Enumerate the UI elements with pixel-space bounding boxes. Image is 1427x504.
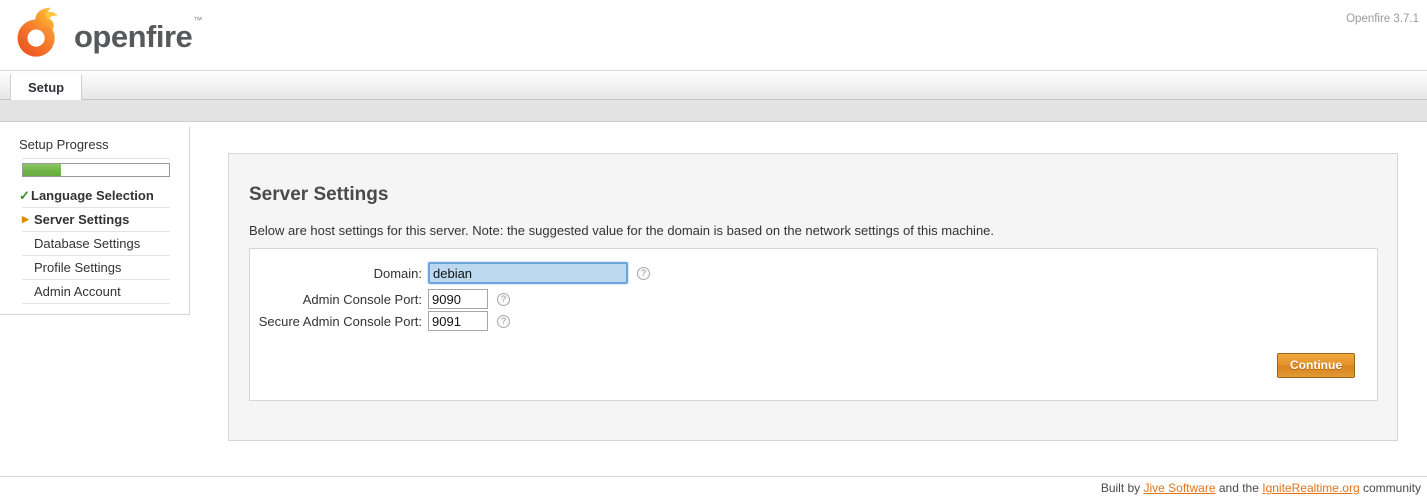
footer-middle: and the [1215, 481, 1263, 495]
check-icon: ✓ [19, 188, 30, 203]
field-row-admin-console-port: Admin Console Port: ? [250, 289, 510, 309]
sidebar-item-label: Profile Settings [34, 260, 122, 275]
page-title: Server Settings [249, 184, 389, 205]
help-icon[interactable]: ? [497, 314, 510, 328]
footer-divider [0, 476, 1427, 477]
app-header: openfire™ Openfire 3.7.1 [0, 0, 1427, 70]
brand-wordmark: openfire™ [74, 16, 202, 54]
sidebar-item-admin-account[interactable]: Admin Account [22, 280, 170, 304]
admin-console-port-label: Admin Console Port: [302, 291, 422, 307]
server-settings-form: Domain: ? Admin Console Port: ? Secure A… [249, 248, 1378, 401]
setup-progress-sidebar: Setup Progress ✓ Language Selection ▶ Se… [0, 127, 190, 315]
tab-bar: Setup [0, 70, 1427, 100]
version-label: Openfire 3.7.1 [1346, 13, 1419, 25]
setup-progress-bar-fill [23, 164, 61, 176]
sidebar-item-language-selection[interactable]: ✓ Language Selection [19, 184, 170, 208]
sidebar-item-label: Language Selection [31, 188, 154, 203]
sidebar-item-profile-settings[interactable]: Profile Settings [22, 256, 170, 280]
secure-admin-console-port-input[interactable] [428, 311, 488, 331]
secure-admin-console-port-label: Secure Admin Console Port: [258, 313, 422, 329]
main-content-panel: Server Settings Below are host settings … [228, 153, 1398, 441]
trademark-symbol: ™ [193, 15, 202, 26]
brand-logo[interactable]: openfire™ [8, 5, 202, 63]
page-description: Below are host settings for this server.… [249, 223, 995, 238]
admin-console-port-input[interactable] [428, 289, 488, 309]
sidebar-title: Setup Progress [19, 137, 109, 152]
page-root: openfire™ Openfire 3.7.1 Setup Setup Pro… [0, 0, 1427, 504]
sidebar-title-divider [22, 158, 170, 159]
sidebar-item-label: Server Settings [34, 212, 130, 227]
tab-setup-label: Setup [28, 80, 65, 95]
continue-button[interactable]: Continue [1277, 353, 1355, 378]
field-row-domain: Domain: ? [250, 262, 650, 284]
help-icon[interactable]: ? [497, 292, 510, 306]
secondary-nav-bar [0, 100, 1427, 122]
help-icon[interactable]: ? [637, 266, 650, 280]
sidebar-item-server-settings[interactable]: ▶ Server Settings [22, 208, 170, 232]
domain-label: Domain: [373, 265, 422, 281]
sidebar-item-label: Admin Account [34, 284, 121, 299]
sidebar-item-database-settings[interactable]: Database Settings [22, 232, 170, 256]
brand-wordmark-text: openfire [74, 18, 193, 54]
openfire-flame-logo-icon [17, 7, 58, 57]
jive-software-link[interactable]: Jive Software [1144, 481, 1216, 495]
tab-setup[interactable]: Setup [10, 74, 83, 100]
field-row-secure-admin-console-port: Secure Admin Console Port: ? [250, 311, 510, 331]
igniterealtime-link[interactable]: IgniteRealtime.org [1262, 481, 1359, 495]
footer-credits: Built by Jive Software and the IgniteRea… [1101, 481, 1421, 495]
domain-input[interactable] [428, 262, 628, 284]
footer-prefix: Built by [1100, 481, 1144, 495]
sidebar-item-label: Database Settings [34, 236, 141, 251]
footer-suffix: community [1359, 481, 1421, 495]
setup-progress-bar [22, 163, 170, 177]
caret-right-icon: ▶ [22, 214, 29, 224]
